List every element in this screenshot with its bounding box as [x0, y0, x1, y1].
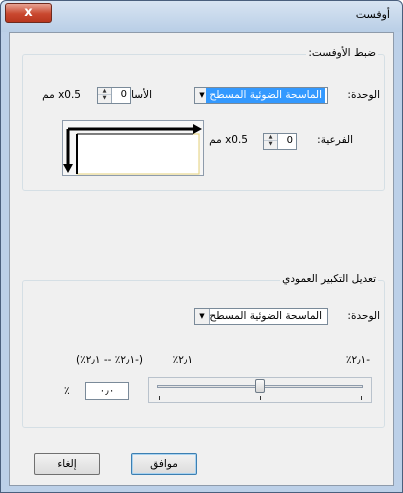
spin-up-icon[interactable]: ▲ — [98, 88, 111, 95]
primary-offset-spinner[interactable]: ▲ ▼ 0 — [97, 87, 131, 104]
spin-up-icon[interactable]: ▲ — [264, 134, 277, 141]
scale-unit-select[interactable]: ▼ الماسحة الضوئية المسطح — [194, 308, 328, 325]
scale-range-label: (-٢٫١٪ -- ٢٫١٪) — [76, 354, 143, 366]
slider-tick — [361, 396, 362, 400]
slider-tick — [260, 396, 261, 400]
secondary-offset-value: 0 — [286, 135, 293, 146]
dialog-body: ضبط الأوفست: الوحدة: ▼ الماسحة الضوئية ا… — [9, 32, 394, 486]
offset-unit-label: الوحدة: — [347, 89, 380, 101]
window-title: أوفست — [355, 8, 390, 21]
spin-down-icon[interactable]: ▼ — [264, 141, 277, 148]
spin-down-icon[interactable]: ▼ — [98, 95, 111, 102]
secondary-offset-spinner[interactable]: ▲ ▼ 0 — [263, 133, 297, 150]
scale-percent-input[interactable]: ٠٫٠ — [85, 382, 129, 400]
offset-dialog: أوفست x ضبط الأوفست: الوحدة: ▼ الماسحة ا… — [0, 0, 403, 493]
offset-preview-graphic — [63, 124, 202, 175]
scale-min-label: -٢٫١٪ — [345, 354, 370, 366]
title-bar: أوفست x — [1, 1, 402, 32]
primary-offset-unit: x0.5 مم — [42, 89, 81, 101]
scale-group-legend: تعديل التكبير العمودي — [280, 273, 378, 285]
scale-unit-label: الوحدة: — [347, 310, 380, 322]
secondary-offset-label: الفرعية: — [317, 134, 353, 146]
close-button[interactable]: x — [5, 3, 52, 23]
slider-thumb[interactable] — [255, 379, 265, 393]
slider-tick — [159, 396, 160, 400]
offset-preview — [62, 120, 204, 176]
cancel-button[interactable]: إلغاء — [34, 453, 100, 475]
scale-max-label: ٢٫١٪ — [172, 354, 193, 366]
secondary-offset-unit: x0.5 مم — [209, 134, 248, 146]
scale-slider[interactable] — [148, 377, 372, 403]
offset-unit-select[interactable]: ▼ الماسحة الضوئية المسطح — [194, 87, 328, 104]
primary-offset-value: 0 — [120, 89, 127, 100]
offset-group-legend: ضبط الأوفست: — [306, 47, 378, 59]
ok-button[interactable]: موافق — [131, 453, 197, 475]
percent-sign: ٪ — [64, 385, 70, 397]
